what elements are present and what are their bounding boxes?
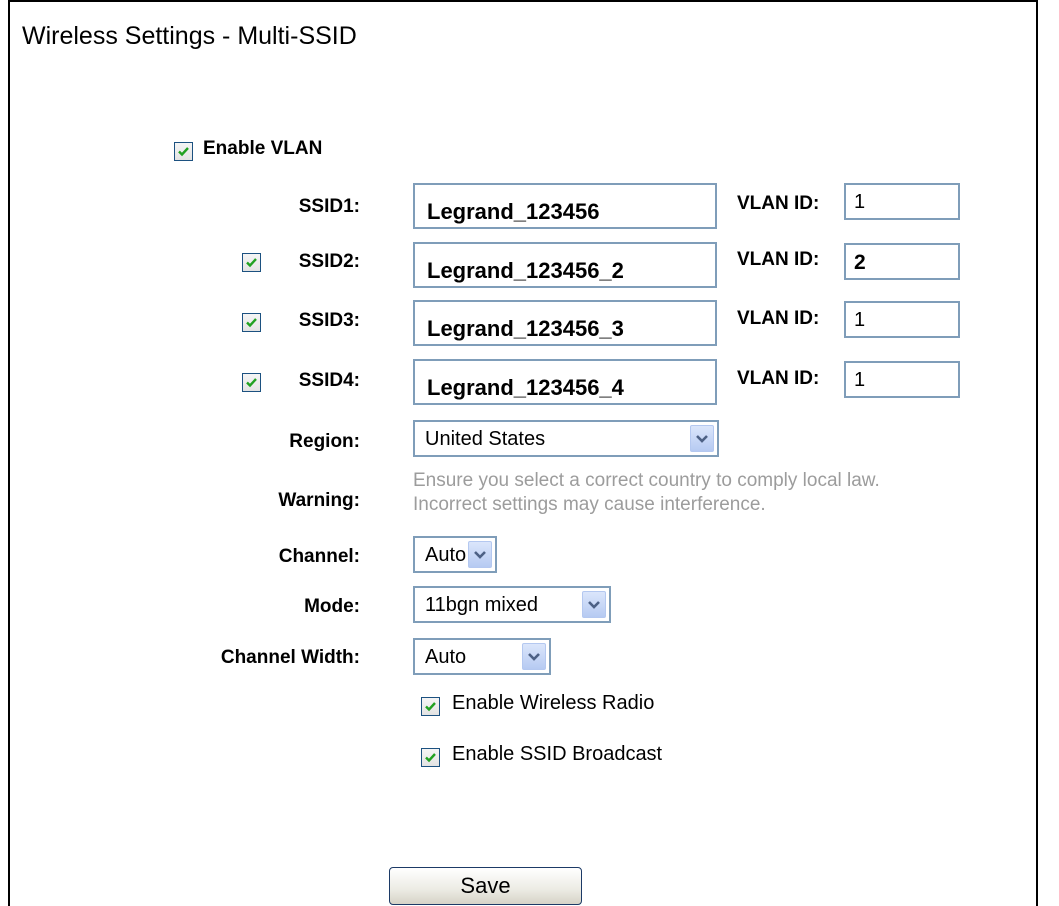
- check-icon: [425, 702, 436, 712]
- mode-value: 11bgn mixed: [425, 594, 539, 616]
- warning-label: Warning:: [278, 490, 360, 511]
- chevron-down-icon[interactable]: [690, 425, 714, 452]
- enable-vlan-checkbox[interactable]: [174, 142, 193, 161]
- save-button[interactable]: Save: [389, 867, 582, 905]
- channel-width-select[interactable]: Auto: [413, 638, 551, 675]
- enable-wireless-radio-checkbox[interactable]: [421, 697, 440, 716]
- channel-label: Channel:: [278, 546, 360, 567]
- mode-label: Mode:: [304, 596, 360, 617]
- ssid1-vlan-label: VLAN ID:: [737, 193, 820, 214]
- ssid3-input[interactable]: Legrand_123456_3: [413, 300, 717, 346]
- ssid3-vlan-label: VLAN ID:: [737, 308, 820, 329]
- ssid1-vlan-input[interactable]: 1: [844, 183, 960, 220]
- ssid4-label: SSID4:: [298, 370, 360, 391]
- channel-width-value: Auto: [425, 646, 467, 668]
- ssid1-label: SSID1:: [298, 196, 360, 217]
- chevron-down-icon[interactable]: [522, 643, 546, 670]
- ssid2-vlan-label: VLAN ID:: [737, 249, 820, 270]
- warning-text: Ensure you select a correct country to c…: [413, 469, 1033, 517]
- region-value: United States: [425, 428, 546, 450]
- ssid1-input[interactable]: Legrand_123456: [413, 183, 717, 229]
- enable-ssid-broadcast-checkbox[interactable]: [421, 748, 440, 767]
- enable-ssid-broadcast-label: Enable SSID Broadcast: [452, 743, 663, 765]
- channel-width-label: Channel Width:: [220, 647, 360, 668]
- warning-line-2: Incorrect settings may cause interferenc…: [413, 494, 766, 515]
- ssid4-input[interactable]: Legrand_123456_4: [413, 359, 717, 405]
- ssid2-input[interactable]: Legrand_123456_2: [413, 242, 717, 288]
- mode-select[interactable]: 11bgn mixed: [413, 586, 611, 623]
- channel-value: Auto: [425, 544, 467, 566]
- chevron-down-icon[interactable]: [468, 541, 492, 568]
- enable-vlan-label: Enable VLAN: [203, 138, 323, 159]
- ssid2-label: SSID2:: [298, 251, 360, 272]
- ssid2-vlan-input[interactable]: 2: [844, 243, 960, 280]
- check-icon: [178, 147, 189, 157]
- ssid4-vlan-input[interactable]: 1: [844, 361, 960, 398]
- ssid3-label: SSID3:: [298, 310, 360, 331]
- check-icon: [425, 753, 436, 763]
- ssid3-vlan-input[interactable]: 1: [844, 301, 960, 338]
- ssid4-vlan-label: VLAN ID:: [737, 368, 820, 389]
- chevron-down-icon[interactable]: [582, 591, 606, 618]
- channel-select[interactable]: Auto: [413, 536, 497, 573]
- region-label: Region:: [289, 431, 360, 452]
- warning-line-1: Ensure you select a correct country to c…: [413, 470, 880, 491]
- enable-wireless-radio-label: Enable Wireless Radio: [452, 692, 655, 714]
- region-select[interactable]: United States: [413, 420, 719, 457]
- page-title: Wireless Settings - Multi-SSID: [22, 22, 357, 50]
